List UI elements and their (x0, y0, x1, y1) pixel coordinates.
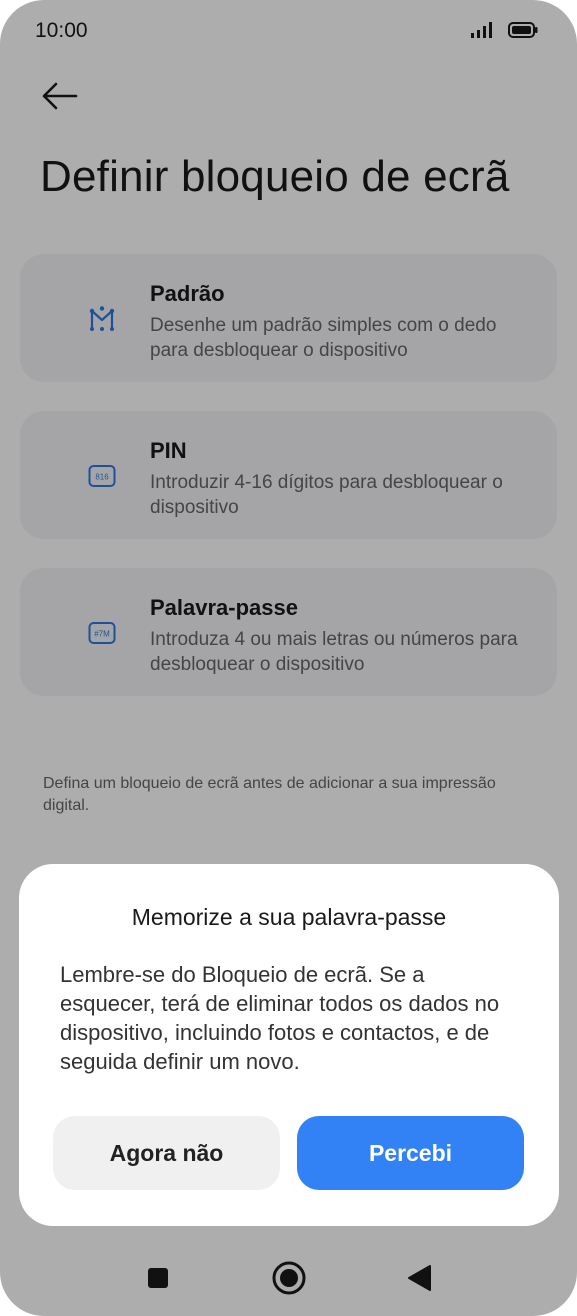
dialog-title: Memorize a sua palavra-passe (131, 904, 447, 930)
dialog-body: Lembre-se do Bloqueio de ecrã. Se a esqu… (60, 962, 500, 1074)
not-now-button[interactable]: Agora não (53, 1116, 280, 1190)
password-reminder-dialog: Memorize a sua palavra-passe Lembre-se d… (19, 864, 559, 1226)
phone-frame: 10:00 Definir bloqueio de ecrã Padrão De… (0, 0, 577, 1316)
screen: 10:00 Definir bloqueio de ecrã Padrão De… (0, 0, 577, 1316)
got-it-button[interactable]: Percebi (297, 1116, 524, 1190)
